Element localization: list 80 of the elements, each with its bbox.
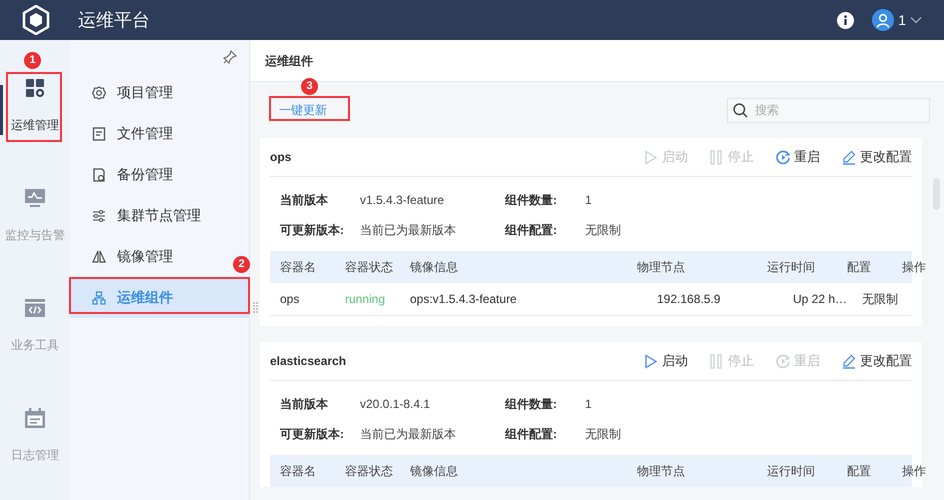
code-window-icon <box>24 298 46 318</box>
sliders-icon <box>92 208 106 222</box>
gear-icon <box>92 86 106 100</box>
step-marker: 2 <box>233 256 250 273</box>
column-header: 物理节点 <box>637 463 686 480</box>
play-icon <box>644 150 658 164</box>
column-header: 镜像信息 <box>410 259 459 276</box>
submenu-item[interactable]: 集群节点管理 <box>70 195 207 236</box>
play-icon <box>644 354 658 368</box>
column-header: 操作 <box>902 463 926 480</box>
column-header: 运行时间 <box>767 259 816 276</box>
info-value: 无限制 <box>585 426 622 443</box>
pin-icon[interactable] <box>223 50 237 64</box>
page-title: 运维组件 <box>250 40 944 82</box>
column-header: 物理节点 <box>637 259 686 276</box>
chevron-down-icon[interactable] <box>910 16 922 24</box>
column-header: 配置 <box>847 463 872 480</box>
info-label: 当前版本 <box>280 192 329 209</box>
avatar[interactable] <box>872 9 894 31</box>
pause-icon <box>710 150 724 164</box>
pause-icon <box>710 354 724 368</box>
table-cell-text: ops <box>280 291 300 308</box>
column-header: 容器名 <box>280 463 317 480</box>
info-label: 组件数量: <box>505 192 558 209</box>
step-marker: 3 <box>301 78 318 95</box>
info-value: 1 <box>585 396 593 413</box>
drag-handle-icon[interactable] <box>253 302 258 314</box>
info-value: v20.0.1-8.4.1 <box>360 396 432 413</box>
info-value: 1 <box>585 192 593 209</box>
calendar-icon <box>24 408 46 428</box>
edit-config-button[interactable]: 更改配置 <box>842 147 912 167</box>
document-icon <box>92 126 106 140</box>
info-label: 组件数量: <box>505 396 558 413</box>
submenu-item[interactable]: 项目管理 <box>70 72 179 113</box>
hierarchy-icon <box>92 290 106 304</box>
info-value: 当前已为最新版本 <box>360 426 457 443</box>
step-marker: 1 <box>24 52 41 69</box>
column-header: 运行时间 <box>767 463 816 480</box>
restart-button[interactable]: 重启 <box>776 147 820 167</box>
component-name: ops <box>270 149 292 166</box>
restart-icon <box>776 150 790 164</box>
info-label: 可更新版本: <box>280 222 345 239</box>
table-cell-text: ops:v1.5.4.3-feature <box>410 291 518 308</box>
info-icon[interactable] <box>837 12 854 28</box>
column-header: 配置 <box>847 259 872 276</box>
rail-item[interactable]: 运维管理 <box>11 116 59 134</box>
column-header: 容器状态 <box>345 463 394 480</box>
column-header: 镜像信息 <box>410 463 459 480</box>
pencil-icon <box>842 354 856 368</box>
restart-icon <box>776 354 790 368</box>
apps-icon <box>25 78 45 98</box>
info-label: 当前版本 <box>280 396 329 413</box>
column-header: 容器状态 <box>345 259 394 276</box>
start-button[interactable]: 启动 <box>644 351 688 371</box>
pencil-icon <box>842 150 856 164</box>
info-label: 可更新版本: <box>280 426 345 443</box>
submenu-item[interactable]: 镜像管理 <box>70 236 179 277</box>
submenu-item[interactable]: 文件管理 <box>70 113 179 154</box>
info-value: 当前已为最新版本 <box>360 222 457 239</box>
info-label: 组件配置: <box>505 426 558 443</box>
component-name: elasticsearch <box>270 353 346 370</box>
user-name[interactable]: 1 <box>898 10 906 30</box>
monitor-icon <box>24 188 46 208</box>
info-value: v1.5.4.3-feature <box>360 192 446 209</box>
column-header: 操作 <box>902 259 926 276</box>
edit-config-button[interactable]: 更改配置 <box>842 351 912 371</box>
submenu-item[interactable]: 备份管理 <box>70 154 179 195</box>
table-cell-text: 192.168.5.9 <box>656 291 722 308</box>
column-header: 容器名 <box>280 259 317 276</box>
search-field[interactable]: 搜索 <box>727 98 930 122</box>
search-icon <box>733 102 748 118</box>
status-text: running <box>345 291 386 308</box>
mirror-icon <box>92 250 106 264</box>
table-cell-text: Up 22 h… <box>792 291 847 308</box>
backup-icon <box>92 168 106 182</box>
info-value: 无限制 <box>585 222 622 239</box>
app-title: 运维平台 <box>78 8 150 32</box>
info-label: 组件配置: <box>505 222 558 239</box>
table-cell-text: 无限制 <box>861 291 899 308</box>
logo-icon <box>22 5 50 35</box>
